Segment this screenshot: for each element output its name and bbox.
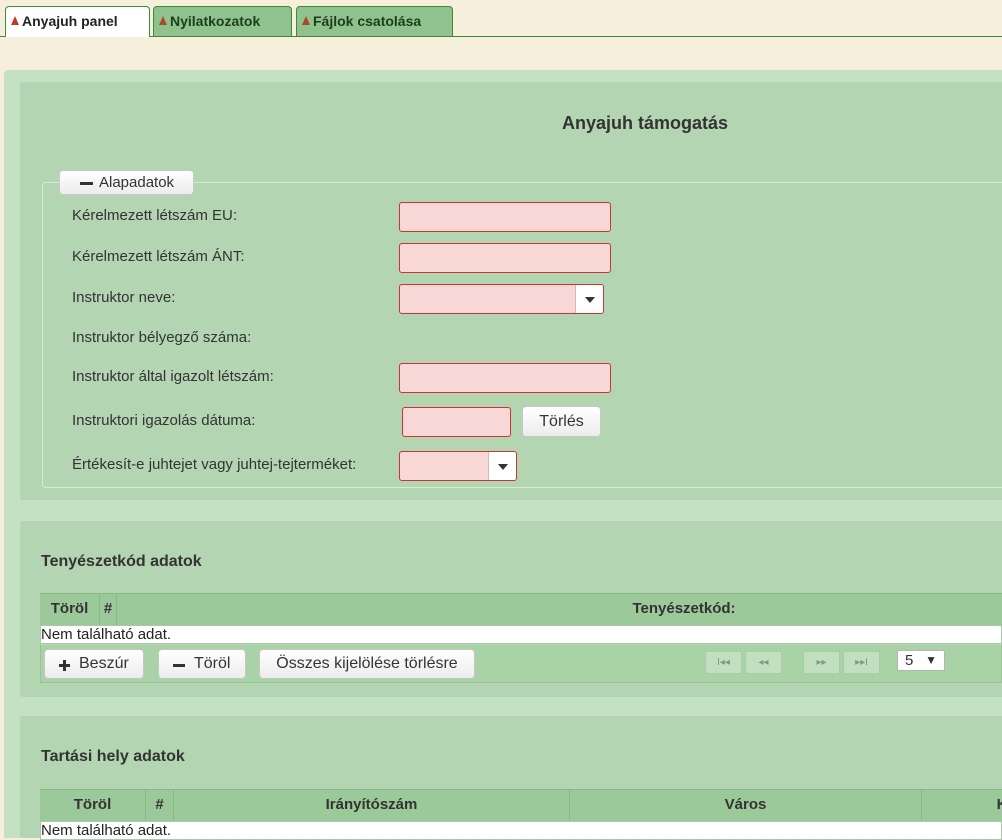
insert-button[interactable]: Beszúr [44, 649, 144, 679]
collapse-basic-data-button[interactable]: Alapadatok [59, 170, 194, 195]
column-header-index[interactable]: # [100, 594, 117, 625]
tab-label: Anyajuh panel [22, 13, 118, 29]
instructor-stamp-label: Instruktor bélyegző száma: [72, 329, 252, 346]
instructor-cert-date-label: Instruktori igazolás dátuma: [72, 412, 256, 429]
delete-button-label: Töröl [194, 655, 231, 672]
instructor-name-label: Instruktor neve: [72, 289, 176, 306]
minus-icon [80, 182, 93, 185]
column-header-index[interactable]: # [146, 790, 174, 821]
ant-count-input[interactable] [399, 243, 611, 273]
holding-section-title: Tenyészetkód adatok [41, 553, 202, 570]
chevron-down-icon[interactable] [575, 285, 603, 313]
warning-icon [11, 16, 19, 25]
page-size-value: 5 [905, 652, 914, 669]
tab-nyilatkozatok[interactable]: Nyilatkozatok [153, 6, 292, 36]
column-header-k[interactable]: K [922, 790, 1002, 821]
minus-icon [173, 664, 185, 667]
instructor-certified-label: Instruktor által igazolt létszám: [72, 368, 274, 385]
tab-bar: Anyajuh panel Nyilatkozatok Fájlok csato… [0, 0, 1002, 37]
instructor-certified-input[interactable] [399, 363, 611, 393]
sells-milk-select[interactable] [399, 451, 517, 481]
column-header-delete[interactable]: Töröl [40, 594, 100, 625]
eu-count-input[interactable] [399, 202, 611, 232]
page-size-select[interactable]: 5 ▼ [897, 650, 945, 671]
legend-label: Alapadatok [99, 174, 175, 191]
delete-button[interactable]: Töröl [158, 649, 246, 679]
warning-icon [159, 16, 167, 25]
sells-milk-label: Értékesít-e juhtejet vagy juhtej-tejterm… [72, 456, 357, 473]
chevron-down-icon[interactable] [488, 452, 516, 480]
location-section-title: Tartási hely adatok [41, 748, 185, 765]
eu-count-label: Kérelmezett létszám EU: [72, 207, 238, 224]
column-header-city[interactable]: Város [570, 790, 922, 821]
next-page-button[interactable]: ▸▸ [803, 651, 840, 674]
clear-date-button[interactable]: Törlés [522, 406, 601, 437]
tab-label: Fájlok csatolása [313, 13, 422, 29]
column-header-postcode[interactable]: Irányítószám [174, 790, 570, 821]
instructor-cert-date-input[interactable] [402, 407, 511, 437]
prev-page-button[interactable]: ◂◂ [745, 651, 782, 674]
ant-count-label: Kérelmezett létszám ÁNT: [72, 248, 245, 265]
plus-icon [63, 660, 66, 671]
tab-anyajuh-panel[interactable]: Anyajuh panel [5, 6, 150, 37]
tab-fajlok-csatolasa[interactable]: Fájlok csatolása [296, 6, 453, 36]
location-table-header: Töröl # Irányítószám Város K [40, 789, 1002, 821]
insert-button-label: Beszúr [79, 655, 129, 672]
last-page-button[interactable]: ▸▸I [843, 651, 880, 674]
clear-selection-button[interactable]: Összes kijelölése törlésre [259, 649, 475, 679]
first-page-button[interactable]: I◂◂ [705, 651, 742, 674]
warning-icon [302, 16, 310, 25]
holding-table-header: Töröl # Tenyészetkód: [40, 593, 1002, 625]
chevron-down-icon: ▼ [925, 653, 937, 667]
empty-message: Nem található adat. [40, 821, 1002, 840]
column-header-holding-code[interactable]: Tenyészetkód: [117, 594, 1002, 625]
empty-message: Nem található adat. [40, 625, 1002, 644]
instructor-name-select[interactable] [399, 284, 604, 314]
tab-label: Nyilatkozatok [170, 13, 261, 29]
column-header-delete[interactable]: Töröl [40, 790, 146, 821]
page-title: Anyajuh támogatás [561, 113, 729, 133]
